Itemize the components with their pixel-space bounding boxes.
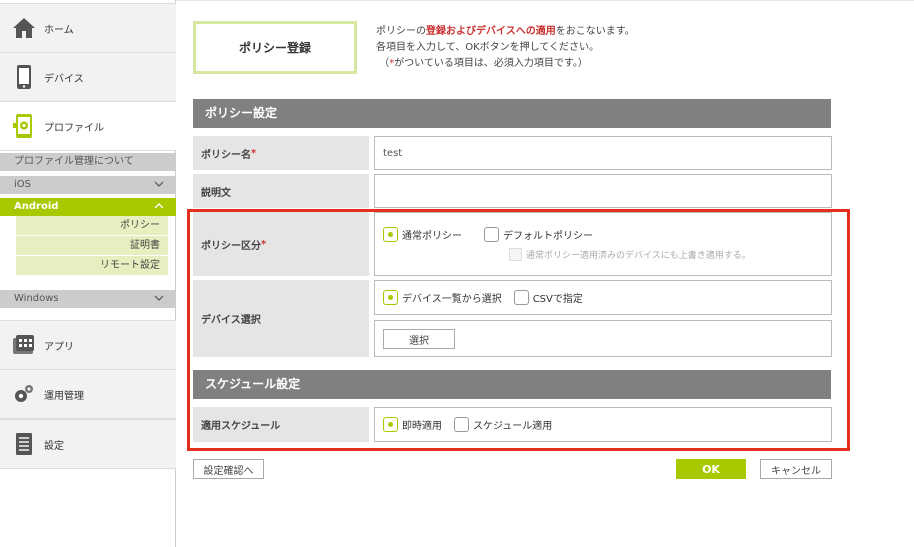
description-line-2: 各項目を入力して、OKボタンを押してください。 — [376, 42, 600, 53]
policy-description-input[interactable] — [374, 174, 832, 208]
policy-kind-label: ポリシー区分 * — [193, 212, 369, 276]
ios-label: iOS — [14, 179, 31, 190]
policy-section-header: ポリシー設定 — [193, 99, 831, 128]
nav-apps-label: アプリ — [44, 341, 74, 353]
required-asterisk: * — [251, 147, 257, 159]
device-from-list-label: デバイス一覧から選択 — [402, 294, 502, 305]
schedule-section-header: スケジュール設定 — [193, 370, 831, 399]
top-divider — [176, 0, 914, 3]
profile-about-link[interactable]: プロファイル管理について — [0, 153, 176, 171]
gears-icon — [12, 382, 36, 406]
profile-about-label: プロファイル管理について — [14, 156, 134, 167]
nav-devices-label: デバイス — [44, 73, 84, 85]
desc-text: をおこないます。 — [555, 26, 635, 37]
nav-devices[interactable]: デバイス — [0, 52, 176, 102]
apply-scheduled-label: スケジュール適用 — [473, 421, 553, 432]
policy-name-label-text: ポリシー名 — [201, 149, 251, 161]
apps-icon — [12, 333, 36, 357]
chevron-up-icon — [154, 203, 164, 209]
apply-schedule-label: 適用スケジュール — [193, 407, 369, 442]
nav-home-label: ホーム — [44, 24, 74, 36]
nav-apps[interactable]: アプリ — [0, 320, 176, 370]
overwrite-checkbox: 通常ポリシー適用済みのデバイスにも上書き適用する。 — [509, 248, 751, 261]
policy-kind-normal-label: 通常ポリシー — [402, 231, 462, 242]
device-select-label: デバイス選択 — [193, 280, 369, 357]
android-submenu: ポリシー 証明書 リモート設定 — [16, 216, 168, 276]
sidebar: ホーム デバイス プロファイル プロファイル管理について iOS Android… — [0, 0, 176, 547]
select-devices-button[interactable]: 選択 — [383, 329, 455, 349]
device-select-label-text: デバイス選択 — [201, 315, 261, 326]
policy-kind-label-text: ポリシー区分 — [201, 240, 261, 252]
nav-profile-label: プロファイル — [44, 122, 104, 134]
policy-kind-default-radio[interactable]: デフォルトポリシー — [484, 227, 593, 242]
device-csv-radio[interactable]: CSVで指定 — [513, 290, 583, 305]
policy-kind-default-label: デフォルトポリシー — [503, 231, 593, 242]
ios-group[interactable]: iOS — [0, 176, 176, 194]
nav-home[interactable]: ホーム — [0, 3, 176, 53]
device-csv-label: CSVで指定 — [532, 294, 583, 305]
radio-checked-icon — [383, 417, 398, 432]
cancel-button[interactable]: キャンセル — [760, 459, 832, 479]
description-line-3: （*がついている項目は、必須入力項目です。） — [376, 56, 635, 72]
profile-gear-phone-icon — [12, 114, 36, 138]
overwrite-checkbox-label: 通常ポリシー適用済みのデバイスにも上書き適用する。 — [526, 251, 751, 261]
nav-settings[interactable]: 設定 — [0, 419, 176, 469]
radio-unchecked-icon — [484, 227, 499, 242]
chevron-down-icon — [154, 295, 164, 301]
policy-kind-options: 通常ポリシー デフォルトポリシー — [374, 212, 832, 276]
smartphone-icon — [12, 65, 36, 89]
policy-description-label-text: 説明文 — [201, 187, 231, 199]
home-icon — [12, 16, 36, 40]
android-item-remote-settings[interactable]: リモート設定 — [16, 256, 168, 276]
policy-name-label: ポリシー名 * — [193, 136, 369, 170]
description-line-1: ポリシーの登録およびデバイスへの適用をおこないます。 — [376, 24, 635, 40]
confirm-settings-button[interactable]: 設定確認へ — [193, 459, 264, 479]
nav-settings-label: 設定 — [44, 440, 64, 452]
desc-text: ポリシーの — [376, 26, 426, 37]
policy-description-label: 説明文 — [193, 174, 369, 208]
apply-scheduled-radio[interactable]: スケジュール適用 — [454, 417, 552, 432]
apply-immediate-label: 即時適用 — [402, 421, 442, 432]
desc-highlight: 登録およびデバイスへの適用 — [426, 26, 556, 37]
checkbox-disabled-icon — [509, 248, 522, 261]
policy-name-value: test — [383, 147, 403, 159]
policy-kind-normal-radio[interactable]: 通常ポリシー — [383, 227, 462, 242]
radio-unchecked-icon — [454, 417, 469, 432]
device-select-options: デバイス一覧から選択 CSVで指定 — [374, 280, 832, 315]
radio-unchecked-icon — [513, 290, 529, 305]
desc-text: （ — [379, 58, 390, 69]
device-from-list-radio[interactable]: デバイス一覧から選択 — [383, 290, 502, 305]
chevron-down-icon — [154, 181, 164, 187]
desc-text: がついている項目は、必須入力項目です。） — [394, 58, 588, 69]
page-description: ポリシーの登録およびデバイスへの適用をおこないます。 各項目を入力して、OKボタ… — [376, 24, 635, 72]
android-item-certificate[interactable]: 証明書 — [16, 236, 168, 256]
apply-schedule-label-text: 適用スケジュール — [201, 421, 281, 432]
android-group[interactable]: Android — [0, 198, 176, 216]
nav-profile[interactable]: プロファイル — [0, 101, 176, 151]
android-label: Android — [14, 201, 59, 212]
android-item-policy[interactable]: ポリシー — [16, 216, 168, 236]
apply-schedule-options: 即時適用 スケジュール適用 — [374, 407, 832, 442]
radio-checked-icon — [383, 227, 398, 242]
windows-label: Windows — [14, 293, 59, 304]
radio-checked-icon — [383, 290, 398, 305]
nav-operations[interactable]: 運用管理 — [0, 369, 176, 419]
windows-group[interactable]: Windows — [0, 290, 176, 308]
apply-immediate-radio[interactable]: 即時適用 — [383, 417, 442, 432]
required-asterisk: * — [261, 238, 267, 250]
ok-button[interactable]: OK — [676, 459, 746, 479]
page-title: ポリシー登録 — [193, 21, 357, 74]
document-icon — [12, 432, 36, 456]
nav-operations-label: 運用管理 — [44, 390, 84, 402]
policy-name-input[interactable]: test — [374, 136, 832, 170]
